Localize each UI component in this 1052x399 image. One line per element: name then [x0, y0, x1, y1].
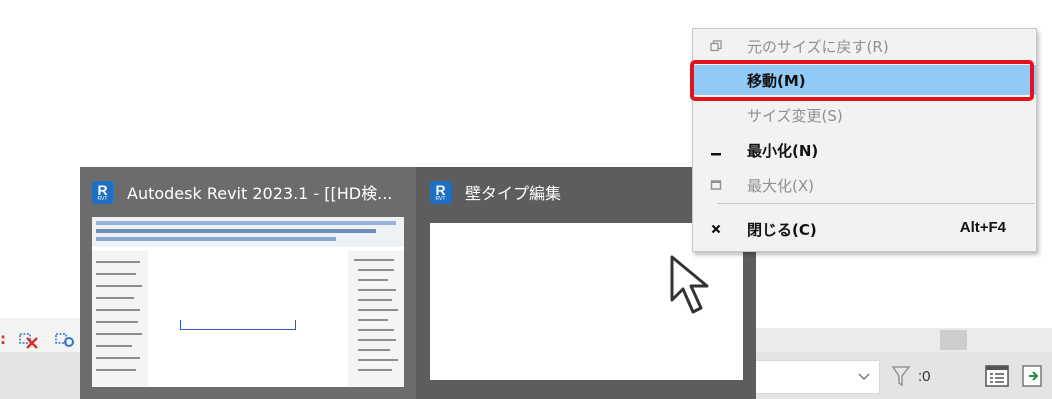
menu-item-label: 元のサイズに戻す(R): [747, 38, 889, 56]
restore-icon: [710, 40, 722, 52]
toolbar-colon-glyph: :: [0, 330, 6, 348]
menu-item-label: 最小化(N): [747, 142, 819, 160]
preview-header: R RVT Autodesk Revit 2023.1 - [[HD検...: [92, 179, 392, 205]
preview-window-title: Autodesk Revit 2023.1 - [[HD検...: [127, 184, 393, 203]
menu-item-size[interactable]: サイズ変更(S): [693, 100, 1036, 130]
horizontal-scrollbar[interactable]: [754, 328, 1052, 352]
minimize-icon: [711, 153, 721, 156]
revit-app-icon: R RVT: [430, 180, 451, 204]
thumbnail-properties-panel: [92, 251, 148, 387]
menu-item-restore[interactable]: 元のサイズに戻す(R): [693, 31, 1036, 61]
menu-item-label: 閉じる(C): [747, 221, 817, 239]
preview-thumbnail[interactable]: [92, 217, 404, 387]
selection-count: :0: [918, 368, 931, 385]
menu-item-close[interactable]: 閉じる(C) Alt+F4: [693, 214, 1036, 244]
close-icon: [711, 224, 721, 234]
mouse-pointer-icon: [670, 255, 709, 314]
scrollbar-thumb[interactable]: [940, 330, 967, 350]
menu-item-maximize[interactable]: 最大化(X): [693, 170, 1036, 200]
taskbar-preview-popup: R RVT Autodesk Revit 2023.1 - [[HD検... R…: [80, 167, 756, 399]
preview-window-revit[interactable]: R RVT Autodesk Revit 2023.1 - [[HD検...: [80, 167, 416, 399]
menu-item-label: 最大化(X): [747, 177, 814, 195]
annotation-highlight-frame: [690, 60, 1034, 101]
chevron-down-icon: [858, 373, 870, 381]
maximize-icon: [710, 180, 722, 190]
properties-icon[interactable]: [984, 363, 1010, 389]
thumbnail-wall-line: [180, 329, 296, 330]
filter-icon[interactable]: [890, 364, 912, 388]
remove-from-group-icon[interactable]: [18, 330, 40, 350]
menu-item-minimize[interactable]: 最小化(N): [693, 135, 1036, 165]
group-settings-icon[interactable]: [54, 330, 76, 350]
menu-separator: [717, 203, 1035, 204]
menu-item-label: サイズ変更(S): [747, 107, 843, 125]
status-combo-box[interactable]: [754, 360, 880, 394]
editable-only-icon[interactable]: [1020, 363, 1046, 389]
preview-header: R RVT 壁タイプ編集: [430, 179, 561, 205]
preview-window-title: 壁タイプ編集: [465, 184, 562, 203]
thumbnail-ribbon: [92, 217, 404, 247]
menu-item-shortcut: Alt+F4: [959, 219, 1006, 236]
thumbnail-project-browser: [348, 251, 404, 387]
revit-app-icon: R RVT: [92, 180, 113, 204]
